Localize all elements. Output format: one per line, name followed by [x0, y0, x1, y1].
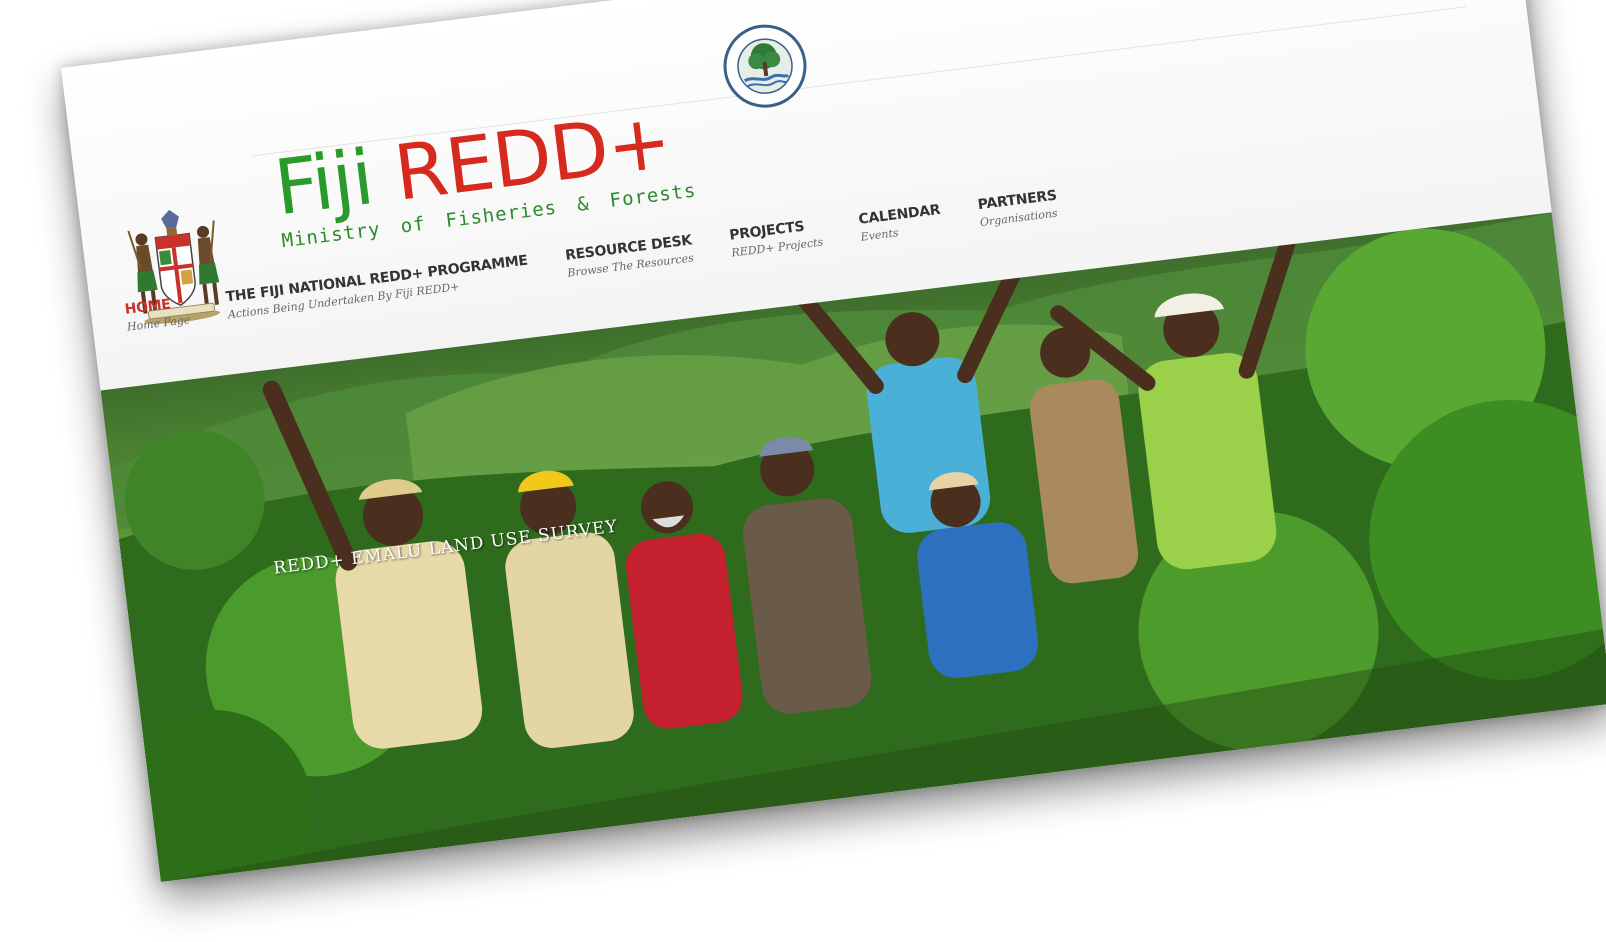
nav-item-programme[interactable]: THE FIJI NATIONAL REDD+ PROGRAMME Action…: [225, 253, 531, 322]
ministry-seal-logo: [723, 24, 807, 108]
nav-item-projects[interactable]: PROJECTS REDD+ Projects: [729, 217, 824, 260]
nav-item-resource-desk[interactable]: RESOURCE DESK Browse The Resources: [564, 232, 694, 279]
website-frame: Fiji REDD+ Ministry of Fisheries & Fores…: [60, 0, 1606, 882]
site-brand[interactable]: Fiji REDD+ Ministry of Fisheries & Fores…: [270, 96, 698, 253]
nav-item-calendar[interactable]: CALENDAR Events: [858, 202, 943, 244]
nav-item-partners[interactable]: PARTNERS Organisations: [977, 188, 1060, 229]
nav-item-home[interactable]: HOME Home Page: [124, 294, 191, 333]
website-screenshot: Fiji REDD+ Ministry of Fisheries & Fores…: [60, 0, 1606, 882]
